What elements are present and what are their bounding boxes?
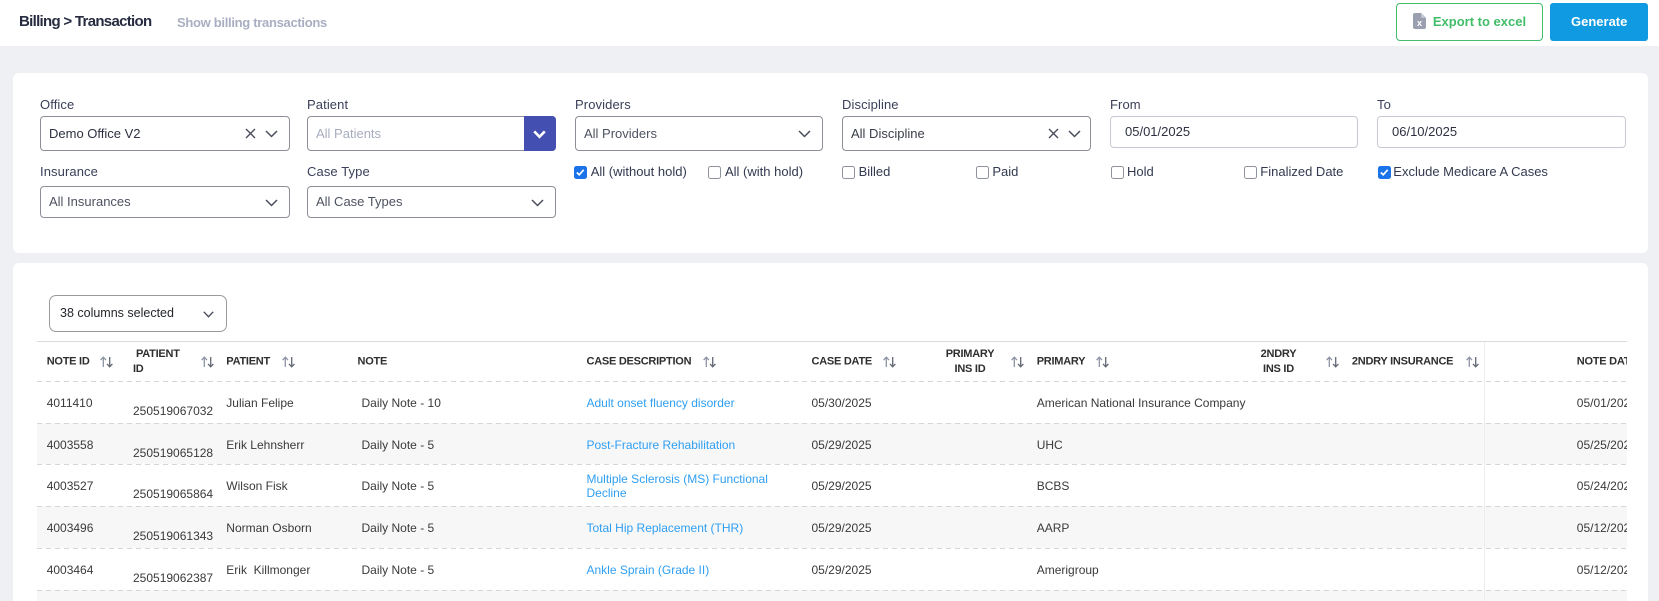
svg-text:x: x — [1417, 18, 1422, 28]
